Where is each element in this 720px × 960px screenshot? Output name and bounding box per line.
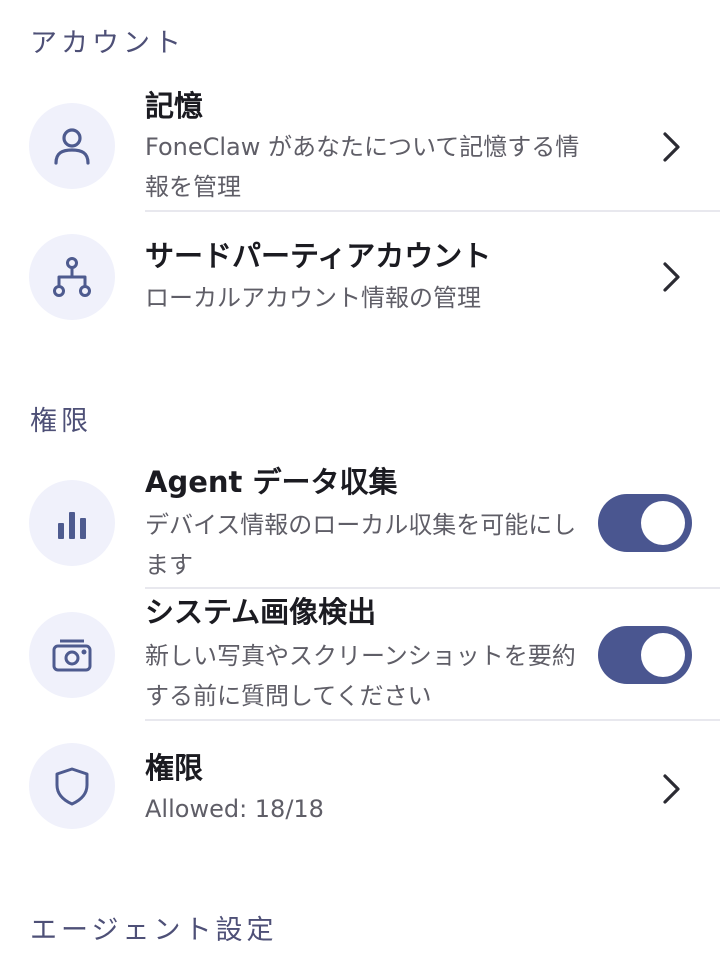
- shield-icon: [29, 743, 115, 829]
- permissions-title: 権限: [145, 751, 204, 785]
- system-image-detection-row: システム画像検出 新しい写真やスクリーンショットを要約する前に質問してください: [0, 589, 720, 719]
- memory-title: 記憶: [145, 89, 204, 123]
- memory-subtitle: FoneClaw があなたについて記憶する情報を管理: [145, 133, 580, 201]
- section-header-agent-settings: エージェント設定: [30, 915, 278, 946]
- third-party-accounts-row[interactable]: サードパーティアカウント ローカルアカウント情報の管理: [0, 212, 720, 342]
- data-collection-subtitle: デバイス情報のローカル収集を可能にします: [145, 511, 577, 579]
- section-header-account: アカウント: [30, 28, 185, 59]
- permissions-row[interactable]: 権限 Allowed: 18/18: [0, 721, 720, 851]
- account-tree-icon: [29, 234, 115, 320]
- chevron-right-icon: [663, 132, 680, 162]
- camera-icon: [29, 612, 115, 698]
- agent-data-collection-row: Agent データ収集 デバイス情報のローカル収集を可能にします: [0, 455, 720, 587]
- third-party-title: サードパーティアカウント: [145, 239, 492, 273]
- section-header-permissions: 権限: [30, 406, 92, 437]
- toggle-knob: [641, 633, 685, 677]
- chevron-right-icon: [663, 774, 680, 804]
- settings-page: アカウント 記憶 FoneClaw があなたについて記憶する情報を管理 サードパ…: [0, 0, 720, 960]
- image-detection-toggle[interactable]: [598, 626, 692, 684]
- permissions-subtitle: Allowed: 18/18: [145, 795, 324, 823]
- toggle-knob: [641, 501, 685, 545]
- chevron-right-icon: [663, 262, 680, 292]
- bar-chart-icon: [29, 480, 115, 566]
- image-detection-subtitle: 新しい写真やスクリーンショットを要約する前に質問してください: [145, 642, 576, 710]
- memory-row[interactable]: 記憶 FoneClaw があなたについて記憶する情報を管理: [0, 80, 720, 210]
- data-collection-title: Agent データ収集: [145, 465, 398, 499]
- third-party-subtitle: ローカルアカウント情報の管理: [145, 284, 481, 312]
- data-collection-toggle[interactable]: [598, 494, 692, 552]
- image-detection-title: システム画像検出: [145, 595, 377, 629]
- person-icon: [29, 103, 115, 189]
